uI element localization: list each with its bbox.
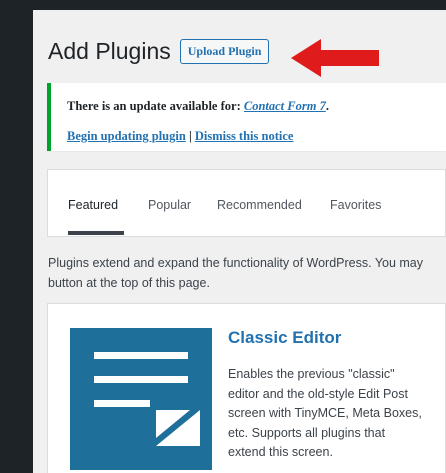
admin-sidebar <box>0 0 33 473</box>
upload-plugin-button[interactable]: Upload Plugin <box>179 39 270 64</box>
begin-updating-link[interactable]: Begin updating plugin <box>67 129 186 143</box>
page-title: Add Plugins <box>48 38 171 64</box>
classic-editor-icon[interactable] <box>70 328 212 470</box>
page-heading-row: Add Plugins Upload Plugin <box>48 38 270 65</box>
dismiss-notice-link[interactable]: Dismiss this notice <box>195 129 294 143</box>
admin-top-bar <box>0 0 446 10</box>
active-tab-indicator <box>68 231 124 235</box>
plugin-description: Enables the previous "classic" editor an… <box>228 367 422 459</box>
plugin-filter-tabs: Featured Popular Recommended Favorites <box>47 169 446 237</box>
tab-favorites[interactable]: Favorites <box>330 198 381 212</box>
red-arrow-icon <box>291 39 379 77</box>
tab-featured[interactable]: Featured <box>68 198 118 212</box>
tab-popular[interactable]: Popular <box>148 198 191 212</box>
plugins-description: Plugins extend and expand the functional… <box>48 256 424 290</box>
plugin-name-link[interactable]: Classic Editor <box>228 328 341 348</box>
plugin-card-classic-editor: Classic Editor Enables the previous "cla… <box>47 303 446 473</box>
contact-form-7-link[interactable]: Contact Form 7 <box>244 99 326 113</box>
tab-recommended[interactable]: Recommended <box>217 198 302 212</box>
update-notice: There is an update available for: Contac… <box>47 83 446 151</box>
notice-message: There is an update available for: Contac… <box>67 99 329 113</box>
notice-actions: Begin updating plugin | Dismiss this not… <box>67 129 294 143</box>
main-content: Add Plugins Upload Plugin There is an up… <box>33 10 446 473</box>
